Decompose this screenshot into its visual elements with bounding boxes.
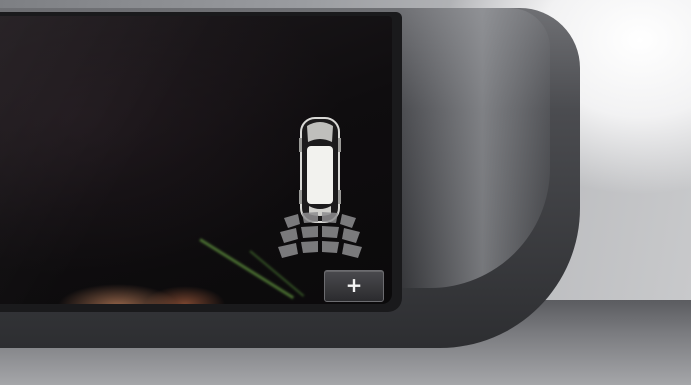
parking-sensor-arcs-icon (278, 212, 362, 258)
parking-display-screen: + (0, 16, 392, 304)
photo-scene: + (0, 0, 691, 385)
plus-icon: + (345, 273, 363, 297)
plus-button[interactable]: + (324, 270, 384, 302)
